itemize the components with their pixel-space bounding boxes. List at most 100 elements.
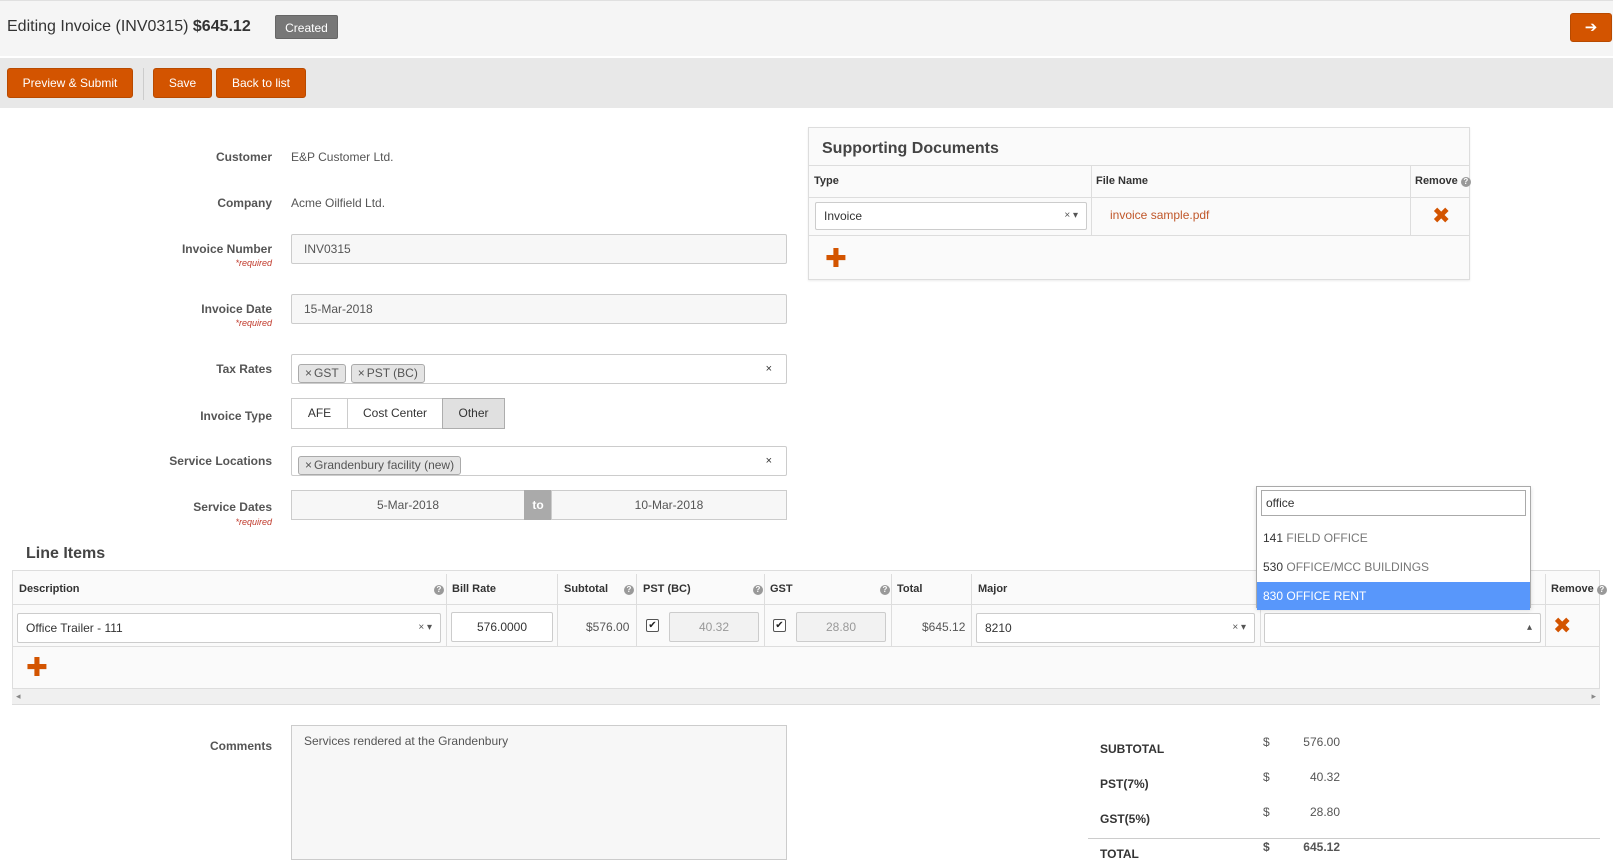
dropdown-option-highlighted[interactable]: 830 OFFICE RENT (1257, 582, 1530, 610)
tag-label: Grandenbury facility (new) (314, 458, 455, 472)
clear-icon[interactable]: × (1064, 210, 1070, 221)
divider (446, 574, 447, 646)
comments-textarea[interactable]: Services rendered at the Grandenbury (291, 725, 787, 860)
col-total: Total (897, 583, 923, 595)
invoice-date-label: Invoice Date (201, 302, 272, 316)
minor-select[interactable]: ▴ (1264, 613, 1541, 643)
total-value: $645.12 (922, 620, 966, 634)
clear-icon[interactable]: × (766, 355, 772, 383)
dropdown-search-input[interactable]: office (1261, 490, 1526, 516)
dropdown-option[interactable]: 141 FIELD OFFICE (1257, 524, 1530, 552)
pst-input[interactable]: 40.32 (669, 612, 759, 642)
option-code: 141 (1263, 531, 1284, 545)
remove-doc-icon[interactable]: ✖ (1432, 203, 1450, 229)
col-remove: Remove ? (1551, 583, 1607, 595)
invoice-type-afe[interactable]: AFE (291, 398, 348, 429)
divider (809, 197, 1469, 198)
required-note: *required (235, 318, 272, 328)
clear-and-chevron-icon[interactable]: × ▾ (1232, 614, 1246, 642)
divider (13, 646, 1599, 647)
help-icon[interactable]: ? (434, 585, 444, 595)
invoice-date-input[interactable]: 15-Mar-2018 (291, 294, 787, 324)
invoice-type-cost-center[interactable]: Cost Center (347, 398, 443, 429)
tag-label: GST (314, 366, 339, 380)
major-value: 8210 (985, 621, 1012, 635)
subtotal-label: SUBTOTAL (1100, 742, 1165, 756)
help-icon[interactable]: ? (1596, 585, 1607, 595)
clear-icon[interactable]: × (418, 622, 424, 633)
help-icon[interactable]: ? (1460, 177, 1471, 187)
invoice-type-other[interactable]: Other (442, 398, 505, 429)
page-title: Editing Invoice (INV0315) $645.12 (7, 18, 251, 36)
pst-amount: 40.32 (1309, 770, 1340, 784)
service-locations-select[interactable]: × Grandenbury facility (new) × (291, 446, 787, 476)
bill-rate-input[interactable]: 576.0000 (451, 612, 553, 642)
tax-rates-select[interactable]: × GST × PST (BC) × (291, 354, 787, 384)
company-label: Company (217, 196, 272, 210)
description-value: Office Trailer - 111 (26, 621, 123, 635)
option-code: 830 (1263, 589, 1284, 603)
description-select[interactable]: Office Trailer - 111 × ▾ (17, 613, 441, 643)
divider (1545, 574, 1546, 646)
clear-icon[interactable]: × (1232, 622, 1238, 633)
major-select[interactable]: 8210 × ▾ (976, 613, 1255, 643)
clear-and-chevron-icon[interactable]: × ▾ (418, 614, 432, 642)
divider (557, 574, 558, 646)
status-badge: Created (275, 15, 338, 39)
total-label: TOTAL (1100, 847, 1139, 861)
back-to-list-button[interactable]: Back to list (216, 68, 306, 98)
docs-col-type: Type (814, 175, 839, 187)
gst-input[interactable]: 28.80 (796, 612, 886, 642)
save-button[interactable]: Save (153, 68, 212, 98)
divider (809, 235, 1469, 236)
doc-file-link[interactable]: invoice sample.pdf (1110, 208, 1209, 222)
service-date-to[interactable]: 10-Mar-2018 (551, 490, 787, 520)
currency-symbol: $ (1263, 805, 1270, 819)
divider (764, 574, 765, 646)
help-icon[interactable]: ? (880, 585, 890, 595)
divider (971, 574, 972, 646)
dropdown-option[interactable]: 530 OFFICE/MCC BUILDINGS (1257, 553, 1530, 581)
col-major: Major (978, 583, 1008, 595)
currency-symbol: $ (1263, 840, 1270, 854)
remove-line-icon[interactable]: ✖ (1553, 613, 1571, 639)
currency-symbol: $ (1263, 770, 1270, 784)
tax-tag-pst[interactable]: × PST (BC) (350, 364, 425, 383)
gst-checkbox[interactable]: ✔ (773, 619, 786, 632)
divider (636, 574, 637, 646)
doc-type-select[interactable]: Invoice × ▾ (815, 202, 1087, 230)
option-name: OFFICE RENT (1286, 589, 1367, 603)
pst-label: PST(7%) (1100, 777, 1149, 791)
service-date-from[interactable]: 5-Mar-2018 (291, 490, 525, 520)
docs-col-remove-label: Remove (1415, 175, 1458, 187)
divider (891, 574, 892, 646)
help-icon[interactable]: ? (624, 585, 634, 595)
next-button[interactable]: ➔ (1570, 13, 1612, 42)
required-note: *required (235, 258, 272, 268)
comments-label: Comments (209, 739, 272, 753)
clear-icon[interactable]: × (766, 447, 772, 475)
add-doc-icon[interactable]: ✚ (825, 245, 847, 271)
add-line-icon[interactable]: ✚ (26, 654, 48, 680)
invoice-number-label: Invoice Number (181, 242, 272, 256)
service-dates-label: Service Dates (193, 500, 272, 514)
clear-and-chevron-icon[interactable]: × ▾ (1064, 203, 1078, 229)
preview-submit-button[interactable]: Preview & Submit (7, 68, 133, 98)
docs-col-filename: File Name (1096, 175, 1148, 187)
location-tag[interactable]: × Grandenbury facility (new) (298, 456, 462, 475)
service-location-tags: × Grandenbury facility (new) (298, 451, 466, 479)
scroll-right-icon[interactable]: ▸ (1591, 691, 1596, 702)
tag-remove-icon[interactable]: × (305, 366, 312, 380)
tag-remove-icon[interactable]: × (305, 458, 312, 472)
help-icon[interactable]: ? (753, 585, 763, 595)
horizontal-scrollbar[interactable]: ◂ ▸ (12, 688, 1600, 704)
pst-checkbox[interactable]: ✔ (646, 619, 659, 632)
currency-symbol: $ (1263, 735, 1270, 749)
docs-col-remove: Remove ? (1415, 175, 1471, 187)
tag-remove-icon[interactable]: × (358, 366, 365, 380)
invoice-number-input[interactable]: INV0315 (291, 234, 787, 264)
scroll-left-icon[interactable]: ◂ (16, 691, 21, 702)
tax-tag-gst[interactable]: × GST (298, 364, 346, 383)
chevron-up-icon[interactable]: ▴ (1527, 614, 1532, 642)
col-remove-label: Remove (1551, 583, 1594, 595)
